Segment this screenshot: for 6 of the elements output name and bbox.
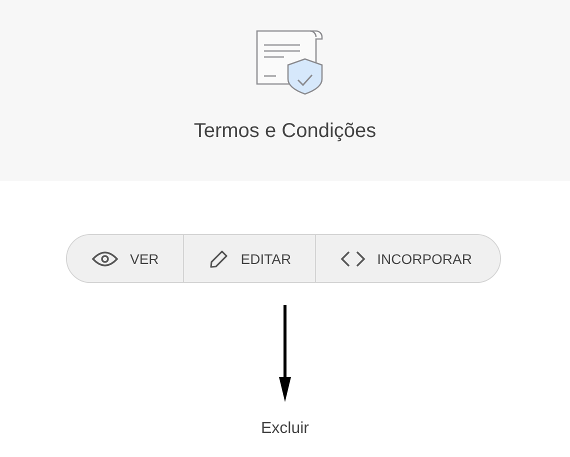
delete-link[interactable]: Excluir bbox=[260, 420, 309, 438]
page-title: Termos e Condições bbox=[194, 120, 376, 143]
action-button[interactable]: INCORPORAR bbox=[315, 235, 500, 282]
pencil-icon bbox=[208, 248, 230, 270]
code-icon bbox=[340, 248, 366, 268]
eye-icon bbox=[90, 250, 119, 268]
